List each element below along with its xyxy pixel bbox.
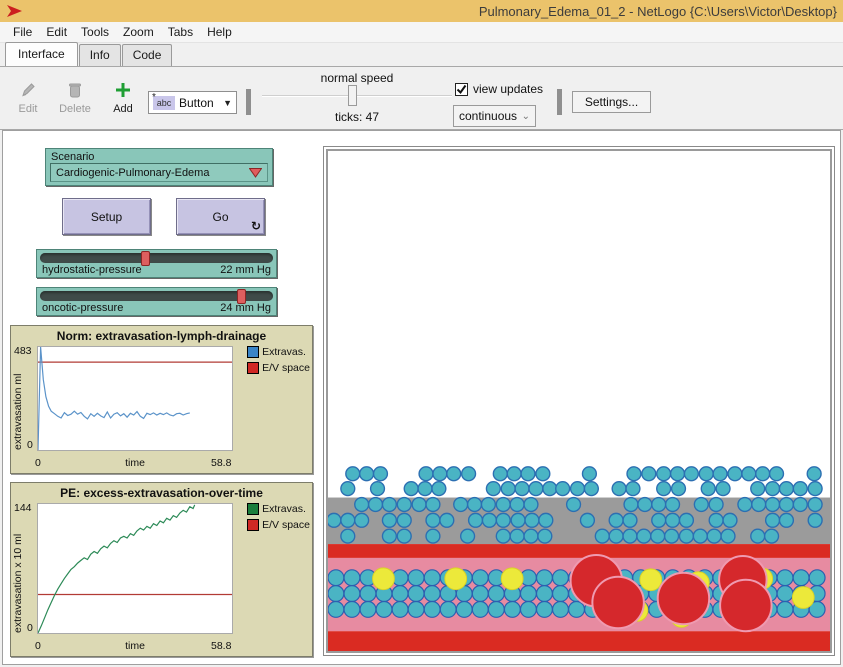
oncotic-pressure-slider[interactable]: oncotic-pressure 24 mm Hg <box>36 287 277 316</box>
menu-item-zoom[interactable]: Zoom <box>116 23 161 41</box>
y-axis-max: 144 <box>14 502 32 514</box>
checkbox-checked-icon[interactable] <box>455 83 468 96</box>
view-updates-label: view updates <box>473 82 543 96</box>
legend-swatch-green <box>247 503 259 515</box>
slider-value: 24 mm Hg <box>220 302 271 314</box>
legend-entry: E/V space <box>247 519 310 531</box>
tab-code[interactable]: Code <box>122 44 173 66</box>
slider-track[interactable] <box>40 253 273 263</box>
menu-item-edit[interactable]: Edit <box>39 23 74 41</box>
legend-swatch-red <box>247 519 259 531</box>
setup-button[interactable]: Setup <box>62 198 151 235</box>
plot-title: Norm: extravasation-lymph-drainage <box>11 329 312 343</box>
tab-info[interactable]: Info <box>79 44 121 66</box>
update-mode-dropdown[interactable]: continuous ⌄ <box>453 105 536 127</box>
menu-item-tools[interactable]: Tools <box>74 23 116 41</box>
y-axis-max: 483 <box>14 345 32 357</box>
plot-title: PE: excess-extravasation-over-time <box>11 486 312 500</box>
plus-icon <box>103 79 143 101</box>
slider-label: oncotic-pressure <box>42 302 123 314</box>
x-axis-max: 58.8 <box>211 457 259 469</box>
settings-button[interactable]: Settings... <box>572 91 651 113</box>
delete-widget-button[interactable]: Delete <box>55 79 95 115</box>
y-axis-min: 0 <box>27 622 33 634</box>
y-axis-min: 0 <box>27 439 33 451</box>
interface-canvas: Scenario Cardiogenic-Pulmonary-Edema Set… <box>2 130 841 665</box>
speed-label: normal speed <box>262 71 452 85</box>
chooser-label: Scenario <box>46 149 272 163</box>
netlogo-window: Pulmonary_Edema_01_2 - NetLogo {C:\Users… <box>0 0 843 667</box>
forever-icon: ↻ <box>251 219 261 233</box>
interface-toolbar: Edit Delete Add abc Button ▼ normal spee… <box>0 66 843 130</box>
menu-item-file[interactable]: File <box>6 23 39 41</box>
plot-legend: Extravas. E/V space <box>247 503 310 535</box>
plot-canvas <box>37 503 233 634</box>
toolbar-separator <box>557 89 562 115</box>
menu-item-help[interactable]: Help <box>200 23 239 41</box>
y-axis-label: extravasation x 10 ml <box>12 517 24 633</box>
plot-excess-extravasation: PE: excess-extravasation-over-time 144 e… <box>10 482 313 657</box>
tab-interface[interactable]: Interface <box>5 42 78 66</box>
speed-slider-thumb[interactable] <box>348 85 357 106</box>
view-updates-toggle[interactable]: view updates <box>455 82 543 96</box>
dropdown-triangle-icon <box>249 168 262 178</box>
chevron-down-icon: ⌄ <box>522 111 530 122</box>
world-view-frame <box>323 146 835 656</box>
x-axis-label: time <box>37 640 233 652</box>
ticks-counter: ticks: 47 <box>262 110 452 124</box>
widget-type-dropdown[interactable]: abc Button ▼ <box>148 91 237 114</box>
edit-widget-button[interactable]: Edit <box>8 79 48 115</box>
button-widget-icon: abc <box>153 96 175 110</box>
x-axis-max: 58.8 <box>211 640 259 652</box>
legend-entry: Extravas. <box>247 503 310 515</box>
chooser-select[interactable]: Cardiogenic-Pulmonary-Edema <box>50 163 268 182</box>
chevron-down-icon: ▼ <box>223 98 232 108</box>
plot-canvas <box>37 346 233 451</box>
legend-swatch-blue <box>247 346 259 358</box>
trash-icon <box>55 79 95 101</box>
menu-item-tabs[interactable]: Tabs <box>161 23 200 41</box>
update-mode-value: continuous <box>459 109 522 123</box>
world-view-canvas <box>326 149 832 653</box>
tab-bar: Interface Info Code <box>0 43 843 66</box>
plot-legend: Extravas. E/V space <box>247 346 310 378</box>
netlogo-logo-icon <box>6 3 24 19</box>
title-bar: Pulmonary_Edema_01_2 - NetLogo {C:\Users… <box>0 0 843 22</box>
go-button[interactable]: Go ↻ <box>176 198 265 235</box>
speed-control: normal speed ticks: 47 <box>262 71 452 124</box>
legend-swatch-red <box>247 362 259 374</box>
capillary-wall-top-band <box>328 544 830 558</box>
pencil-icon <box>8 79 48 101</box>
chooser-value: Cardiogenic-Pulmonary-Edema <box>56 167 249 179</box>
toolbar-separator <box>246 89 251 115</box>
slider-value: 22 mm Hg <box>220 264 271 276</box>
x-axis-label: time <box>37 457 233 469</box>
hydrostatic-pressure-slider[interactable]: hydrostatic-pressure 22 mm Hg <box>36 249 277 278</box>
scenario-chooser[interactable]: Scenario Cardiogenic-Pulmonary-Edema <box>45 148 273 186</box>
legend-entry: Extravas. <box>247 346 310 358</box>
widget-type-value: Button <box>179 96 223 110</box>
legend-entry: E/V space <box>247 362 310 374</box>
y-axis-label: extravasation ml <box>12 360 24 450</box>
window-title: Pulmonary_Edema_01_2 - NetLogo {C:\Users… <box>24 4 839 19</box>
menu-bar: File Edit Tools Zoom Tabs Help <box>0 22 843 43</box>
add-widget-button[interactable]: Add <box>103 79 143 115</box>
plot-extravasation-lymph-drainage: Norm: extravasation-lymph-drainage 483 e… <box>10 325 313 474</box>
series-line <box>38 505 195 633</box>
speed-slider[interactable] <box>262 95 452 97</box>
capillary-wall-bottom-band <box>328 631 830 651</box>
slider-label: hydrostatic-pressure <box>42 264 142 276</box>
